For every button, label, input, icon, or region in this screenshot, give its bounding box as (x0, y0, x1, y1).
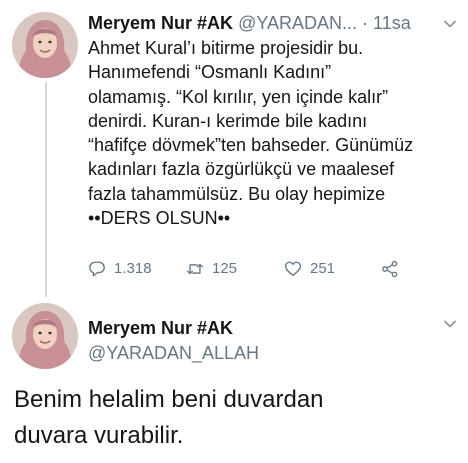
like-count: 251 (310, 260, 336, 277)
tweet-text-line: denirdi. Kuran-ı kerimde bile kadını (88, 110, 368, 131)
tweet-text: Ahmet Kural’ı bitirme projesidir bu. Han… (88, 36, 458, 230)
tweet-text-line: duvara vurabilir. (14, 422, 184, 449)
reply-icon (88, 260, 106, 278)
author-name[interactable]: Meryem Nur #AK (88, 316, 233, 340)
tweet-text-line: Hanımefendi “Osmanlı Kadını” (88, 62, 332, 83)
tweet-actions: 1.318 125 251 (88, 259, 418, 279)
tweet-text: Benim helalim beni duvardan duvara vurab… (14, 382, 454, 454)
share-icon (381, 260, 399, 278)
retweet-button[interactable]: 125 (186, 259, 237, 279)
avatar[interactable] (12, 12, 78, 78)
tweet-text-line: Ahmet Kural’ı bitirme projesidir bu. (88, 38, 364, 58)
tweet-text-line: fazla tahammülsüz. Bu olay hepimize (88, 183, 386, 204)
chevron-down-icon[interactable] (443, 17, 457, 31)
chevron-down-icon[interactable] (443, 317, 457, 331)
avatar[interactable] (12, 303, 78, 369)
share-button[interactable] (381, 259, 399, 279)
tweet-text-line: kadınları fazla özgürlükçü ve maalesef (88, 159, 395, 180)
author-handle[interactable]: @YARADAN_ALLAH (88, 341, 259, 365)
like-button[interactable]: 251 (284, 259, 335, 279)
tweet-text-line: “hafifçe dövmek”ten bahseder. Günümüz (88, 135, 414, 156)
like-icon (284, 260, 302, 278)
thread-line (45, 82, 47, 297)
tweet-time[interactable]: 11sa (373, 13, 411, 33)
reply-count: 1.318 (114, 260, 152, 277)
meta-separator: · (357, 13, 374, 33)
tweet-text-line: Benim helalim beni duvardan (14, 386, 324, 413)
reply-button[interactable]: 1.318 (88, 259, 152, 279)
tweet-text-line: ••DERS OLSUN•• (88, 208, 231, 229)
tweet-header: Meryem Nur #AK @YARADAN... · 11sa (88, 10, 460, 36)
tweet-text-line: olamamış. “Kol kırılır, yen içinde kalır… (88, 86, 389, 107)
retweet-icon (186, 260, 204, 278)
author-name[interactable]: Meryem Nur #AK (88, 13, 233, 33)
author-handle[interactable]: @YARADAN... (238, 13, 357, 33)
retweet-count: 125 (212, 260, 238, 277)
